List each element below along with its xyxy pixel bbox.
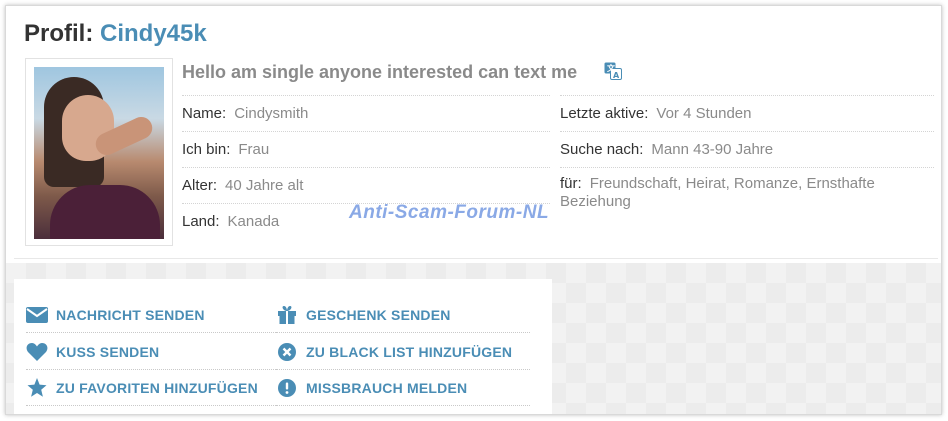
- heart-icon: [26, 341, 48, 363]
- country-value: Kanada: [227, 213, 280, 230]
- add-blacklist-label: ZU BLACK LIST HINZUFÜGEN: [306, 343, 513, 360]
- send-message-label: NACHRICHT SENDEN: [56, 306, 205, 323]
- section-divider: [14, 258, 938, 259]
- send-kiss-label: KUSS SENDEN: [56, 343, 160, 360]
- translate-icon[interactable]: 文 A: [604, 62, 622, 80]
- name-value: Cindysmith: [234, 105, 309, 122]
- title-prefix: Profil:: [24, 20, 94, 47]
- add-favorites-button[interactable]: ZU FAVORITEN HINZUFÜGEN: [26, 370, 278, 406]
- send-message-button[interactable]: NACHRICHT SENDEN: [26, 297, 278, 333]
- last-active-label: Letzte aktive:: [560, 105, 649, 122]
- iam-value: Frau: [238, 141, 270, 158]
- seeking-value: Mann 43-90 Jahre: [651, 141, 774, 158]
- age-label: Alter:: [182, 177, 218, 194]
- watermark-text: Anti-Scam-Forum-NL: [349, 202, 550, 223]
- iam-label: Ich bin:: [182, 141, 231, 158]
- info-row-seeking: Suche nach: Mann 43-90 Jahre: [560, 131, 934, 167]
- info-row-age: Alter: 40 Jahre alt: [182, 167, 550, 203]
- exclamation-circle-icon: [276, 377, 298, 399]
- send-gift-button[interactable]: GESCHENK SENDEN: [276, 297, 530, 333]
- profile-card: Profil: Cindy45k Hello am single anyone …: [5, 5, 942, 415]
- close-circle-icon: [276, 341, 298, 363]
- send-kiss-button[interactable]: KUSS SENDEN: [26, 334, 278, 370]
- profile-photo-frame[interactable]: [25, 58, 173, 246]
- info-row-name: Name: Cindysmith: [182, 95, 550, 131]
- info-row-for: für: Freundschaft, Heirat, Romanze, Ernst…: [560, 167, 934, 239]
- country-label: Land:: [182, 213, 220, 230]
- svg-text:A: A: [613, 71, 620, 80]
- report-abuse-button[interactable]: MISSBRAUCH MELDEN: [276, 370, 530, 406]
- profile-actions: NACHRICHT SENDEN KUSS SENDEN ZU FAVORITE…: [14, 279, 552, 414]
- star-icon: [26, 377, 48, 399]
- info-row-last-active: Letzte aktive: Vor 4 Stunden: [560, 95, 934, 131]
- info-row-iam: Ich bin: Frau: [182, 131, 550, 167]
- add-blacklist-button[interactable]: ZU BLACK LIST HINZUFÜGEN: [276, 334, 530, 370]
- name-label: Name:: [182, 105, 227, 122]
- for-value: Freundschaft, Heirat, Romanze, Ernsthaft…: [560, 175, 875, 210]
- profile-photo[interactable]: [34, 67, 164, 239]
- age-value: 40 Jahre alt: [225, 177, 304, 194]
- for-label: für:: [560, 175, 582, 192]
- profile-username: Cindy45k: [100, 20, 207, 47]
- seeking-label: Suche nach:: [560, 141, 644, 158]
- gift-icon: [276, 304, 298, 326]
- add-favorites-label: ZU FAVORITEN HINZUFÜGEN: [56, 379, 258, 396]
- envelope-icon: [26, 304, 48, 326]
- report-abuse-label: MISSBRAUCH MELDEN: [306, 379, 468, 396]
- last-active-value: Vor 4 Stunden: [656, 105, 752, 122]
- page-title: Profil: Cindy45k: [24, 20, 207, 48]
- profile-headline: Hello am single anyone interested can te…: [182, 62, 578, 82]
- send-gift-label: GESCHENK SENDEN: [306, 306, 451, 323]
